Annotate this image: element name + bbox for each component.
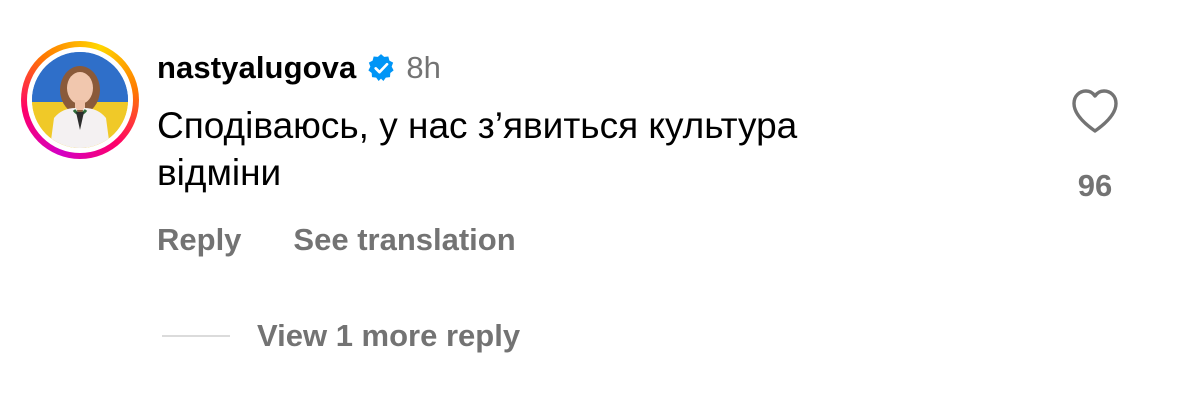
- see-translation-button[interactable]: See translation: [293, 222, 515, 258]
- verified-badge-icon: [366, 53, 396, 83]
- view-replies-button[interactable]: View 1 more reply: [257, 318, 520, 354]
- avatar-frame: [27, 47, 133, 153]
- username[interactable]: nastyalugova: [157, 50, 356, 86]
- comment-header: nastyalugova 8h: [157, 50, 441, 86]
- replies-divider: [162, 335, 230, 337]
- comment-item: nastyalugova 8h Сподіваюсь, у нас з’явит…: [0, 0, 1179, 412]
- timestamp: 8h: [406, 50, 441, 85]
- view-replies-row[interactable]: View 1 more reply: [162, 316, 520, 356]
- heart-icon[interactable]: [1070, 87, 1120, 135]
- comment-text-line: відміни: [157, 152, 282, 193]
- comment-text: Сподіваюсь, у нас з’явиться культура від…: [157, 102, 997, 196]
- avatar[interactable]: [32, 52, 128, 148]
- reply-button[interactable]: Reply: [157, 222, 241, 258]
- comment-text-line: Сподіваюсь, у нас з’явиться культура: [157, 105, 798, 146]
- like-count: 96: [1077, 168, 1113, 203]
- story-ring[interactable]: [21, 41, 139, 159]
- comment-actions: Reply See translation: [157, 222, 516, 258]
- avatar-image: [32, 52, 128, 148]
